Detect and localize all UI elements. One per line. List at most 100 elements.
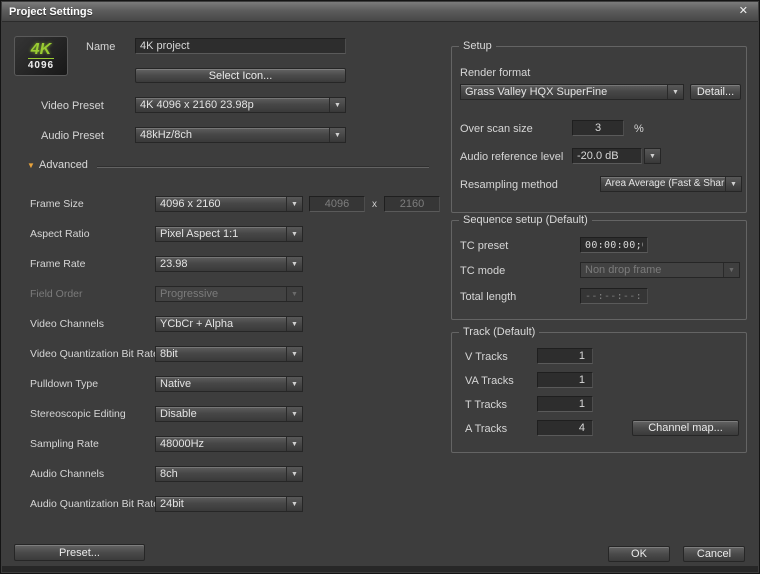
audio-preset-dropdown[interactable]: 48kHz/8ch ▼ bbox=[135, 127, 346, 143]
v-tracks-label: V Tracks bbox=[465, 351, 508, 363]
render-format-label: Render format bbox=[460, 67, 530, 79]
project-icon-text-4096: 4096 bbox=[28, 58, 54, 71]
aspect-ratio-label: Aspect Ratio bbox=[30, 228, 155, 240]
close-icon[interactable]: ✕ bbox=[736, 5, 751, 18]
select-icon-button[interactable]: Select Icon... bbox=[135, 68, 346, 83]
chevron-down-icon: ▼ bbox=[286, 467, 302, 481]
chevron-down-icon: ▼ bbox=[286, 317, 302, 331]
sequence-setup-group: Sequence setup (Default) TC preset TC mo… bbox=[451, 220, 747, 320]
chevron-down-icon: ▼ bbox=[329, 128, 345, 142]
project-icon-4k: 4K 4096 bbox=[14, 36, 68, 76]
frame-size-times-label: x bbox=[372, 199, 377, 210]
chevron-down-icon: ▼ bbox=[667, 85, 683, 99]
video-channels-dropdown[interactable]: YCbCr + Alpha ▼ bbox=[155, 316, 303, 332]
render-format-value: Grass Valley HQX SuperFine bbox=[461, 85, 667, 99]
video-preset-dropdown[interactable]: 4K 4096 x 2160 23.98p ▼ bbox=[135, 97, 346, 113]
v-tracks-input[interactable] bbox=[537, 348, 593, 364]
chevron-down-icon: ▼ bbox=[286, 257, 302, 271]
chevron-down-icon: ▼ bbox=[725, 177, 741, 191]
overscan-label: Over scan size bbox=[460, 123, 533, 135]
overscan-input[interactable] bbox=[572, 120, 624, 136]
a-tracks-input[interactable] bbox=[537, 420, 593, 436]
chevron-down-icon: ▼ bbox=[286, 227, 302, 241]
frame-rate-row: Frame Rate 23.98 ▼ bbox=[30, 256, 440, 272]
audio-preset-label: Audio Preset bbox=[41, 130, 104, 142]
name-input[interactable] bbox=[135, 38, 346, 54]
frame-height-input bbox=[384, 196, 440, 212]
project-icon-text-4k: 4K bbox=[31, 42, 51, 58]
video-quantization-value: 8bit bbox=[156, 347, 286, 361]
tc-preset-label: TC preset bbox=[460, 240, 508, 252]
chevron-down-icon: ▼ bbox=[286, 377, 302, 391]
pulldown-type-dropdown[interactable]: Native ▼ bbox=[155, 376, 303, 392]
advanced-divider bbox=[97, 166, 429, 168]
pulldown-type-value: Native bbox=[156, 377, 286, 391]
preset-button[interactable]: Preset... bbox=[14, 544, 145, 561]
va-tracks-input[interactable] bbox=[537, 372, 593, 388]
video-preset-label: Video Preset bbox=[41, 100, 104, 112]
audio-quantization-dropdown[interactable]: 24bit ▼ bbox=[155, 496, 303, 512]
chevron-down-icon: ▼ bbox=[723, 263, 739, 277]
audio-reference-input[interactable] bbox=[572, 148, 642, 164]
dialog-bottom-frame bbox=[2, 566, 758, 572]
stereoscopic-label: Stereoscopic Editing bbox=[30, 408, 155, 420]
frame-size-dropdown[interactable]: 4096 x 2160 ▼ bbox=[155, 196, 303, 212]
audio-channels-label: Audio Channels bbox=[30, 468, 155, 480]
track-group: Track (Default) V Tracks VA Tracks T Tra… bbox=[451, 332, 747, 453]
sampling-rate-dropdown[interactable]: 48000Hz ▼ bbox=[155, 436, 303, 452]
setup-group: Setup Render format Grass Valley HQX Sup… bbox=[451, 46, 747, 213]
sampling-rate-row: Sampling Rate 48000Hz ▼ bbox=[30, 436, 440, 452]
audio-channels-row: Audio Channels 8ch ▼ bbox=[30, 466, 440, 482]
tc-preset-input[interactable] bbox=[580, 237, 648, 253]
channel-map-button[interactable]: Channel map... bbox=[632, 420, 739, 436]
sampling-rate-value: 48000Hz bbox=[156, 437, 286, 451]
stereoscopic-row: Stereoscopic Editing Disable ▼ bbox=[30, 406, 440, 422]
render-format-dropdown[interactable]: Grass Valley HQX SuperFine ▼ bbox=[460, 84, 684, 100]
title-bar: Project Settings ✕ bbox=[2, 2, 758, 22]
field-order-label: Field Order bbox=[30, 288, 155, 300]
video-channels-row: Video Channels YCbCr + Alpha ▼ bbox=[30, 316, 440, 332]
advanced-form: Frame Size 4096 x 2160 ▼ x Aspect Ratio … bbox=[30, 196, 440, 526]
resampling-label: Resampling method bbox=[460, 179, 558, 191]
sequence-group-label: Sequence setup (Default) bbox=[459, 214, 592, 226]
video-quantization-dropdown[interactable]: 8bit ▼ bbox=[155, 346, 303, 362]
advanced-expander-icon[interactable]: ▼ bbox=[27, 161, 35, 170]
video-quantization-label: Video Quantization Bit Rate bbox=[30, 348, 155, 360]
video-preset-value: 4K 4096 x 2160 23.98p bbox=[136, 98, 329, 112]
field-order-row: Field Order Progressive ▼ bbox=[30, 286, 440, 302]
a-tracks-label: A Tracks bbox=[465, 423, 507, 435]
audio-reference-spinner[interactable]: ▼ bbox=[644, 148, 661, 164]
chevron-down-icon: ▼ bbox=[329, 98, 345, 112]
aspect-ratio-row: Aspect Ratio Pixel Aspect 1:1 ▼ bbox=[30, 226, 440, 242]
audio-preset-value: 48kHz/8ch bbox=[136, 128, 329, 142]
stereoscopic-dropdown[interactable]: Disable ▼ bbox=[155, 406, 303, 422]
tc-mode-dropdown: Non drop frame ▼ bbox=[580, 262, 740, 278]
video-channels-label: Video Channels bbox=[30, 318, 155, 330]
advanced-section-label[interactable]: Advanced bbox=[39, 159, 88, 171]
video-channels-value: YCbCr + Alpha bbox=[156, 317, 286, 331]
frame-size-label: Frame Size bbox=[30, 198, 155, 210]
audio-channels-dropdown[interactable]: 8ch ▼ bbox=[155, 466, 303, 482]
frame-rate-dropdown[interactable]: 23.98 ▼ bbox=[155, 256, 303, 272]
detail-button[interactable]: Detail... bbox=[690, 84, 741, 100]
field-order-dropdown: Progressive ▼ bbox=[155, 286, 303, 302]
chevron-down-icon: ▼ bbox=[286, 197, 302, 211]
chevron-down-icon: ▼ bbox=[645, 149, 660, 163]
chevron-down-icon: ▼ bbox=[286, 347, 302, 361]
audio-channels-value: 8ch bbox=[156, 467, 286, 481]
pulldown-type-label: Pulldown Type bbox=[30, 378, 155, 390]
ok-button[interactable]: OK bbox=[608, 546, 670, 562]
t-tracks-input[interactable] bbox=[537, 396, 593, 412]
chevron-down-icon: ▼ bbox=[286, 287, 302, 301]
audio-reference-label: Audio reference level bbox=[460, 151, 563, 163]
frame-width-input bbox=[309, 196, 365, 212]
tc-mode-value: Non drop frame bbox=[581, 263, 723, 277]
resampling-dropdown[interactable]: Area Average (Fast & Sharp) ▼ bbox=[600, 176, 742, 192]
aspect-ratio-dropdown[interactable]: Pixel Aspect 1:1 ▼ bbox=[155, 226, 303, 242]
total-length-label: Total length bbox=[460, 291, 516, 303]
frame-rate-value: 23.98 bbox=[156, 257, 286, 271]
t-tracks-label: T Tracks bbox=[465, 399, 507, 411]
chevron-down-icon: ▼ bbox=[286, 497, 302, 511]
resampling-value: Area Average (Fast & Sharp) bbox=[601, 177, 725, 191]
cancel-button[interactable]: Cancel bbox=[683, 546, 745, 562]
